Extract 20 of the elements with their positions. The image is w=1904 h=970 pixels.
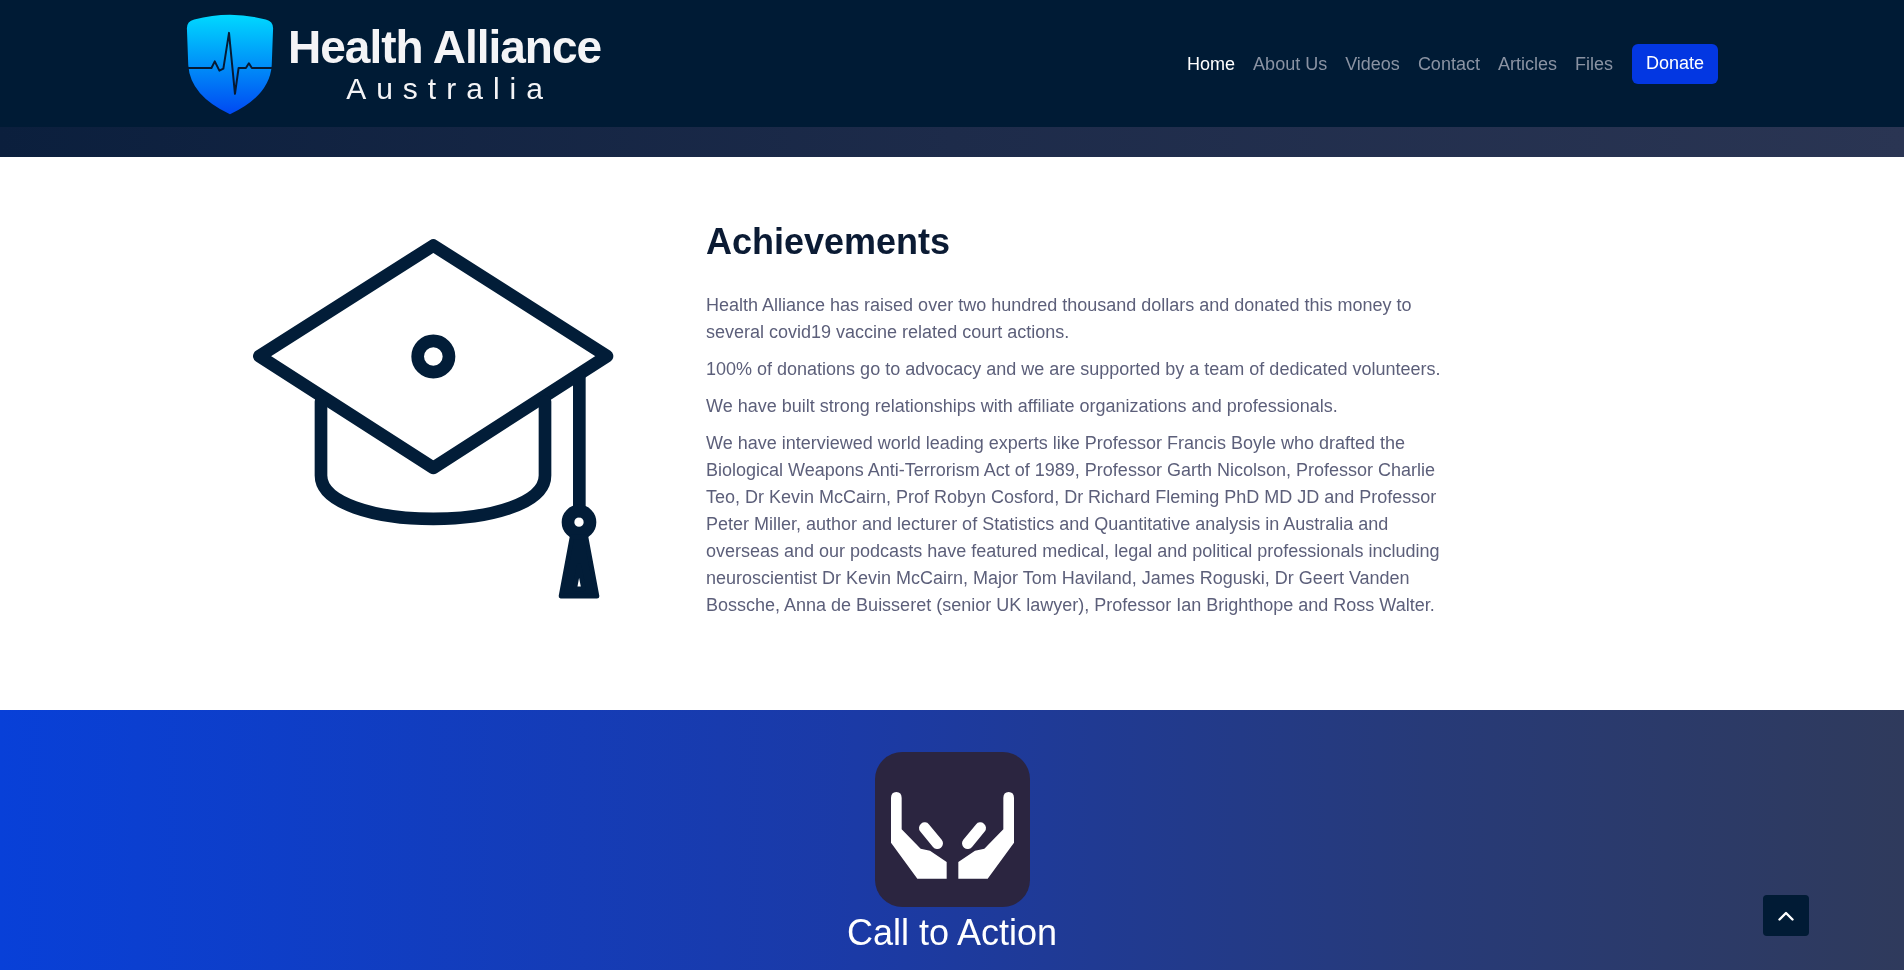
nav-link[interactable]: Files <box>1565 51 1622 76</box>
donate-button[interactable]: Donate <box>1631 43 1718 84</box>
logo-title: Health Alliance <box>288 21 602 72</box>
section-heading: Achievements <box>706 220 952 264</box>
scroll-top-button[interactable] <box>1763 895 1809 936</box>
chevron-up-icon <box>1778 910 1794 921</box>
call-to-action-heading: Call to Action <box>846 911 1058 955</box>
paragraph: Health Alliance has raised over two hundred thousand dollars and donated this money to several covid19 vaccine related court actions. <box>706 294 1413 344</box>
paragraph: We have built strong relationships with affiliate organizations and professionals. <box>706 395 1339 418</box>
nav-link[interactable]: Home <box>1178 51 1245 76</box>
nav-link[interactable]: Contact <box>1408 51 1489 76</box>
paragraph: 100% of donations go to advocacy and we are supported by a team of dedicated volunteers. <box>706 358 1442 381</box>
nav-link[interactable]: Videos <box>1336 51 1409 76</box>
nav-link[interactable]: Articles <box>1488 51 1566 76</box>
shield-heartbeat-icon[interactable] <box>186 12 274 115</box>
graduation-cap-icon <box>251 236 615 602</box>
paragraph: We have interviewed world leading experts like Professor Francis Boyle who drafted the Biological Weapons Anti-Terrorism Act of 1989, Professor Garth Nicolson, Professor Charlie Teo, Dr Kevin McCairn, Prof Robyn Cosford, Dr Richard Fleming PhD MD JD and Professor Peter Miller, author and lecturer of Statistics and Quantitative analysis in Australia and overseas and our podcasts have featured medical, legal and political professionals including neuroscientist Dr Kevin McCairn, Major Tom Haviland, James Roguski, Dr Geert Vanden Bossche, Anna de Buisseret (senior UK lawyer), Professor Ian Brighthope and Ross Walter. <box>706 432 1441 617</box>
hands-icon <box>874 752 1030 907</box>
nav-link[interactable]: About Us <box>1244 51 1337 76</box>
logo-subtitle: Australia <box>345 71 553 106</box>
